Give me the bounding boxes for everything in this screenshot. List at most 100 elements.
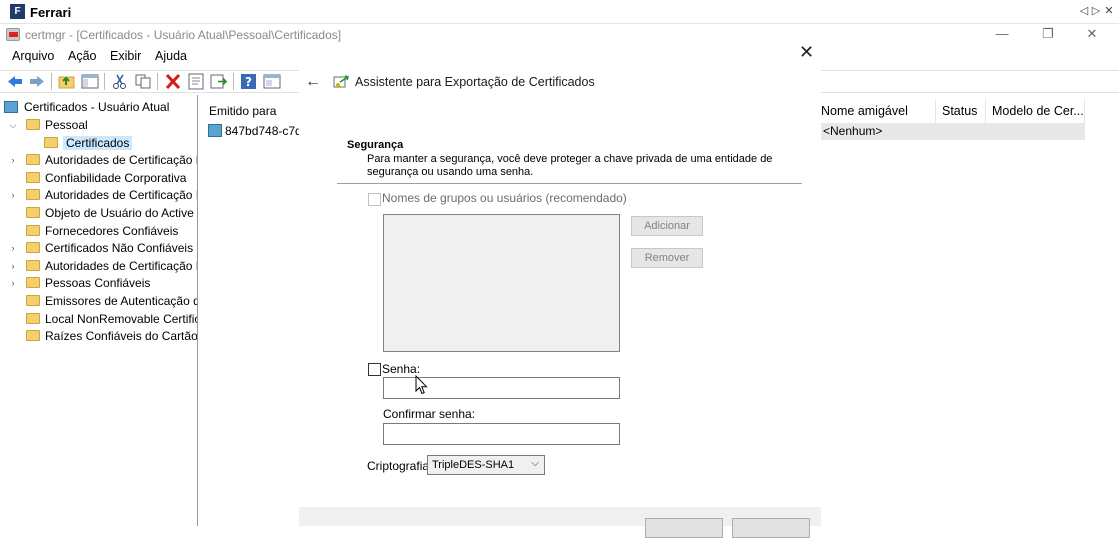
- help-icon[interactable]: ?: [240, 73, 258, 90]
- folder-icon: [26, 189, 40, 201]
- tree-item-label: Certificados: [63, 135, 133, 150]
- toolbar-separator: [104, 73, 105, 90]
- delete-icon[interactable]: [164, 73, 182, 90]
- properties-icon[interactable]: [187, 73, 205, 90]
- column-emitido-para[interactable]: Emitido para: [209, 104, 276, 118]
- rdp-close-icon[interactable]: ✕: [1102, 4, 1116, 17]
- certificate-icon: [208, 124, 222, 137]
- chevron-down-icon[interactable]: ⌵: [8, 117, 18, 134]
- folder-icon: [44, 136, 58, 148]
- senha-checkbox[interactable]: [368, 363, 381, 376]
- tree-item[interactable]: › Autoridades de Certificação R: [12, 258, 198, 275]
- grupos-label: Nomes de grupos ou usuários (recomendado…: [382, 191, 627, 205]
- tree-item-label: Certificados Não Confiáveis: [45, 241, 194, 256]
- confirmar-senha-field[interactable]: [383, 423, 620, 445]
- senha-label: Senha:: [382, 362, 421, 376]
- tree-item-label: Raízes Confiáveis do Cartão In: [45, 329, 198, 344]
- tree-root[interactable]: Certificados - Usuário Atual: [4, 99, 169, 116]
- tree-item[interactable]: Fornecedores Confiáveis: [26, 223, 178, 240]
- column-modelo[interactable]: Modelo de Cer...: [987, 99, 1085, 123]
- cut-icon[interactable]: [111, 73, 129, 90]
- certificates-root-icon: [4, 101, 18, 113]
- column-status[interactable]: Status: [937, 99, 986, 123]
- tree-item[interactable]: Emissores de Autenticação de: [26, 293, 198, 310]
- tree-item-label: Autoridades de Certificação R: [45, 258, 198, 273]
- console-tree: Certificados - Usuário Atual ⌵ Pessoal Cer…: [0, 95, 198, 526]
- tree-item[interactable]: › Autoridades de Certificação I: [12, 187, 198, 204]
- folder-icon: [26, 224, 40, 236]
- menu-arquivo[interactable]: Arquivo: [12, 49, 54, 63]
- criptografia-label: Criptografia:: [367, 459, 433, 473]
- menu-ajuda[interactable]: Ajuda: [155, 49, 187, 63]
- tree-item[interactable]: ⌵ Pessoal: [10, 117, 88, 134]
- chevron-right-icon[interactable]: ›: [8, 258, 18, 275]
- menu-exibir[interactable]: Exibir: [110, 49, 141, 63]
- up-folder-icon[interactable]: [58, 73, 76, 90]
- tree-item-label: Autoridades de Certificação R: [45, 153, 198, 168]
- svg-text:?: ?: [245, 75, 252, 89]
- tree-item-label: Pessoas Confiáveis: [45, 276, 151, 291]
- tree-item[interactable]: › Autoridades de Certificação R: [12, 152, 198, 169]
- tree-item-label: Autoridades de Certificação I: [45, 188, 198, 203]
- chevron-down-icon: ⌵: [531, 458, 539, 469]
- restore-button[interactable]: ❐: [1025, 24, 1071, 44]
- tree-item[interactable]: › Pessoas Confiáveis: [12, 275, 151, 292]
- column-nome-amigavel[interactable]: Nome amigável: [816, 99, 936, 123]
- certificate-wizard-icon: [333, 75, 349, 88]
- folder-icon: [26, 312, 40, 324]
- section-title: Segurança: [347, 139, 404, 151]
- certificate-name: 847bd748-c7d: [225, 124, 302, 138]
- folder-icon: [26, 330, 40, 342]
- forward-icon[interactable]: [28, 73, 46, 90]
- grupos-list-box[interactable]: [383, 214, 620, 352]
- copy-icon[interactable]: [134, 73, 152, 90]
- tree-item-label: Fornecedores Confiáveis: [45, 223, 179, 238]
- folder-icon: [26, 295, 40, 306]
- toolbar-separator: [51, 73, 52, 90]
- menu-acao[interactable]: Ação: [68, 49, 97, 63]
- confirmar-senha-label: Confirmar senha:: [383, 407, 476, 421]
- tree-item-label: Emissores de Autenticação de: [45, 294, 198, 308]
- wizard-cancel-button[interactable]: [732, 518, 810, 538]
- tree-item-label: Local NonRemovable Certific: [45, 311, 198, 326]
- list-item-certificate[interactable]: 847bd748-c7d: [208, 124, 302, 138]
- show-hide-tree-icon[interactable]: [81, 73, 99, 90]
- window-title: certmgr - [Certificados - Usuário Atual\…: [25, 28, 342, 42]
- folder-icon: [26, 242, 40, 254]
- wizard-next-button[interactable]: [645, 518, 723, 538]
- criptografia-select[interactable]: TripleDES-SHA1 ⌵: [427, 455, 545, 475]
- certmgr-app-icon: [6, 28, 20, 41]
- chevron-right-icon[interactable]: ›: [8, 152, 18, 169]
- tree-item-label: Objeto de Usuário do Active D: [45, 206, 198, 220]
- tree-item-label: Pessoal: [45, 118, 88, 132]
- remover-button[interactable]: Remover: [631, 248, 703, 268]
- tree-root-label: Certificados - Usuário Atual: [24, 100, 170, 114]
- criptografia-value: TripleDES-SHA1: [432, 459, 515, 471]
- rdp-next-icon[interactable]: ▷: [1089, 4, 1103, 17]
- chevron-right-icon[interactable]: ›: [8, 187, 18, 204]
- tree-item[interactable]: Confiabilidade Corporativa: [26, 170, 186, 187]
- chevron-right-icon[interactable]: ›: [8, 275, 18, 292]
- tree-item[interactable]: Local NonRemovable Certific: [26, 311, 198, 328]
- wizard-back-button[interactable]: ←: [305, 73, 321, 91]
- folder-icon: [26, 277, 40, 289]
- tree-item[interactable]: Objeto de Usuário do Active D: [26, 205, 198, 222]
- close-window-button[interactable]: ✕: [1069, 24, 1115, 44]
- toolbar-separator: [157, 73, 158, 90]
- rdp-logo-icon: F: [10, 4, 25, 19]
- folder-icon: [26, 171, 40, 183]
- grupos-checkbox[interactable]: [368, 193, 381, 206]
- mouse-cursor-icon: [415, 375, 428, 395]
- tree-item[interactable]: Certificados: [44, 135, 133, 152]
- tree-item[interactable]: › Certificados Não Confiáveis: [12, 240, 194, 257]
- tree-item[interactable]: Raízes Confiáveis do Cartão In: [26, 328, 198, 345]
- minimize-button[interactable]: —: [979, 24, 1025, 44]
- adicionar-button[interactable]: Adicionar: [631, 216, 703, 236]
- rdp-top-strip: [0, 0, 1119, 24]
- wizard-close-button[interactable]: ✕: [799, 42, 814, 63]
- export-list-icon[interactable]: [210, 73, 228, 90]
- mmc-icon[interactable]: [263, 73, 281, 90]
- folder-icon: [26, 119, 40, 130]
- back-icon[interactable]: [6, 73, 24, 90]
- chevron-right-icon[interactable]: ›: [8, 240, 18, 257]
